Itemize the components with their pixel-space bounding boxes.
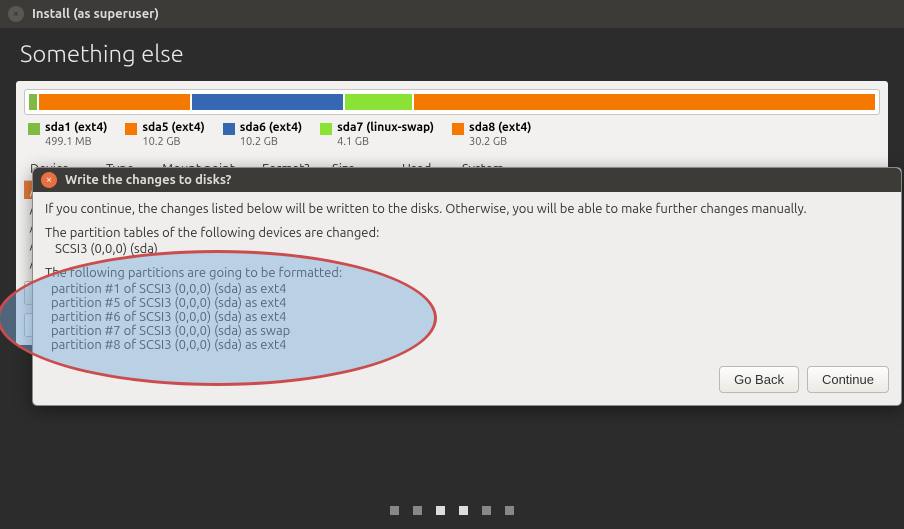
dialog-titlebar: × Write the changes to disks? [33,168,901,192]
dot-icon [390,506,399,515]
partition-seg-sda6[interactable] [192,94,343,110]
dot-icon [436,506,445,515]
partition-legend: sda1 (ext4)499.1 MB sda5 (ext4)10.2 GB s… [24,121,880,150]
legend-swatch-icon [125,123,137,135]
list-item: partition #7 of SCSI3 (0,0,0) (sda) as s… [51,324,889,338]
dialog-title: Write the changes to disks? [65,173,231,187]
partition-seg-sda5[interactable] [39,94,190,110]
legend-item: sda7 (linux-swap)4.1 GB [320,121,434,150]
window-titlebar: × Install (as superuser) [0,0,904,28]
legend-swatch-icon [223,123,235,135]
legend-swatch-icon [28,123,40,135]
dialog-buttons: Go Back Continue [45,366,889,393]
window-close-icon[interactable]: × [8,6,24,22]
dot-icon [505,506,514,515]
page-title: Something else [0,28,904,81]
dialog-tables-heading: The partition tables of the following de… [45,226,889,240]
list-item: partition #6 of SCSI3 (0,0,0) (sda) as e… [51,310,889,324]
progress-dots [0,506,904,515]
partition-seg-sda1[interactable] [29,94,37,110]
dialog-format-list: partition #1 of SCSI3 (0,0,0) (sda) as e… [45,282,889,352]
legend-item: sda6 (ext4)10.2 GB [223,121,302,150]
confirm-write-dialog: × Write the changes to disks? If you con… [32,167,902,406]
dialog-format-heading: The following partitions are going to be… [45,266,889,280]
legend-item: sda1 (ext4)499.1 MB [28,121,107,150]
list-item: partition #5 of SCSI3 (0,0,0) (sda) as e… [51,296,889,310]
dot-icon [413,506,422,515]
dialog-intro: If you continue, the changes listed belo… [45,202,889,216]
legend-item: sda5 (ext4)10.2 GB [125,121,204,150]
dialog-close-icon[interactable]: × [41,172,57,188]
dialog-tables-item: SCSI3 (0,0,0) (sda) [55,242,889,256]
list-item: partition #8 of SCSI3 (0,0,0) (sda) as e… [51,338,889,352]
legend-swatch-icon [452,123,464,135]
partition-bar [24,89,880,115]
go-back-button[interactable]: Go Back [719,366,799,393]
legend-item: sda8 (ext4)30.2 GB [452,121,531,150]
dot-icon [459,506,468,515]
legend-swatch-icon [320,123,332,135]
continue-button[interactable]: Continue [807,366,889,393]
dot-icon [482,506,491,515]
partition-seg-sda7[interactable] [345,94,412,110]
window-title: Install (as superuser) [32,7,159,21]
partition-seg-sda8[interactable] [414,94,875,110]
list-item: partition #1 of SCSI3 (0,0,0) (sda) as e… [51,282,889,296]
